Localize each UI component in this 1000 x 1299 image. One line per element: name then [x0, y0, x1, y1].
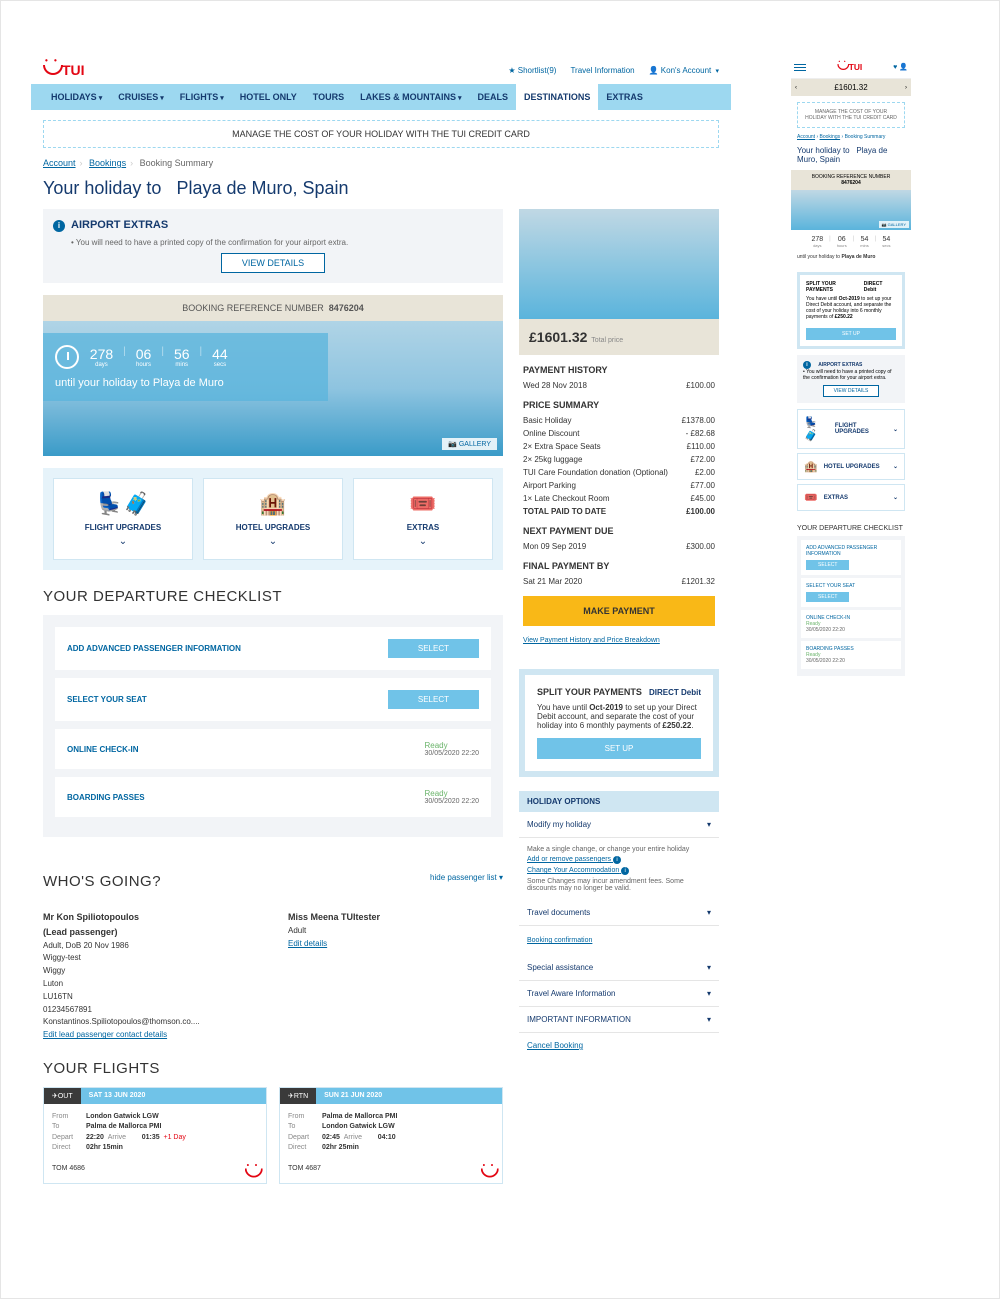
summary-hero-image [519, 209, 719, 319]
clock-icon [55, 345, 79, 369]
important-info-toggle[interactable]: IMPORTANT INFORMATION▾ [519, 1007, 719, 1033]
flight-return: ✈RTNSUN 21 JUN 2020 From Palma de Mallor… [279, 1087, 503, 1184]
nav-flights[interactable]: FLIGHTS▾ [172, 84, 232, 110]
tile-extras[interactable]: 🎟️EXTRAS⌄ [353, 478, 493, 560]
make-payment-button[interactable]: MAKE PAYMENT [523, 596, 715, 626]
gallery-button-mobile[interactable]: 📷 GALLERY [879, 221, 909, 228]
main-nav: HOLIDAYS▾ CRUISES▾ FLIGHTS▾ HOTEL ONLY T… [31, 84, 731, 110]
select-seat-mobile[interactable]: SELECT [806, 592, 849, 602]
view-details-mobile[interactable]: VIEW DETAILS [823, 385, 880, 397]
modify-holiday-toggle[interactable]: Modify my holiday▾ [519, 812, 719, 838]
chevron-down-icon: ⌄ [210, 536, 336, 547]
edit-pax-link[interactable]: Edit details [288, 939, 327, 948]
tui-logo[interactable]: TUI [43, 62, 85, 78]
breadcrumb-current: Booking Summary [140, 158, 214, 168]
checklist-heading: YOUR DEPARTURE CHECKLIST [43, 588, 503, 605]
tile-flight-upgrades[interactable]: 💺🧳FLIGHT UPGRADES⌄ [53, 478, 193, 560]
flights-heading: YOUR FLIGHTS [43, 1060, 503, 1077]
breadcrumb: Account› Bookings› Booking Summary [43, 158, 719, 168]
seat-icon: 💺🧳 [60, 491, 186, 517]
hamburger-icon[interactable] [794, 62, 806, 73]
who-heading: WHO'S GOING? [43, 873, 161, 890]
view-details-button[interactable]: VIEW DETAILS [221, 253, 325, 273]
change-accom-link[interactable]: Change Your Accommodation i [527, 867, 711, 875]
info-icon: i [53, 220, 65, 232]
desktop-viewport: TUI ★ Shortlist(9) Travel Information 👤 … [31, 56, 731, 1184]
select-api-mobile[interactable]: SELECT [806, 560, 849, 570]
add-remove-pax-link[interactable]: Add or remove passengers i [527, 856, 711, 864]
chevron-down-icon: ⌄ [60, 536, 186, 547]
nav-destinations[interactable]: DESTINATIONS [516, 84, 598, 110]
view-history-link[interactable]: View Payment History and Price Breakdown [523, 637, 660, 644]
breadcrumb-bookings[interactable]: Bookings [89, 158, 126, 168]
countdown: 278days| 06hours| 56mins| 44secs [90, 346, 228, 368]
promo-banner-mobile[interactable]: MANAGE THE COST OF YOUR HOLIDAY WITH THE… [797, 102, 905, 128]
checklist-checkin: ONLINE CHECK-INReady30/05/2020 22:20 [55, 729, 491, 769]
page-title: Your holiday to Playa de Muro, Spain [43, 178, 719, 199]
checklist-api: ADD ADVANCED PASSENGER INFORMATIONSELECT [55, 627, 491, 670]
tile-extras-mobile[interactable]: 🎟️EXTRAS⌄ [797, 484, 905, 511]
tui-logo-mobile[interactable]: TUI [837, 62, 862, 72]
tile-hotel-mobile[interactable]: 🏨HOTEL UPGRADES⌄ [797, 453, 905, 480]
tile-hotel-upgrades[interactable]: 🏨HOTEL UPGRADES⌄ [203, 478, 343, 560]
nav-extras[interactable]: EXTRAS [598, 84, 651, 110]
booking-reference: BOOKING REFERENCE NUMBER 8476204 [43, 295, 503, 321]
lead-passenger: Mr Kon Spiliotopoulos (Lead passenger) A… [43, 910, 258, 1042]
nav-deals[interactable]: DEALS [469, 84, 516, 110]
checklist-seat: SELECT YOUR SEATSELECT [55, 678, 491, 721]
chevron-down-icon: ⌄ [360, 536, 486, 547]
tui-smile-icon [245, 1168, 259, 1179]
edit-lead-link[interactable]: Edit lead passenger contact details [43, 1030, 167, 1039]
hero-image: 278days| 06hours| 56mins| 44secs until y… [43, 321, 503, 456]
hero-image-mobile: 📷 GALLERY [791, 190, 911, 230]
setup-dd-mobile[interactable]: SET UP [806, 328, 896, 340]
airport-extras-panel: iAIRPORT EXTRAS • You will need to have … [43, 209, 503, 283]
travel-info-link[interactable]: Travel Information [570, 66, 634, 75]
nav-lakes[interactable]: LAKES & MOUNTAINS▾ [352, 84, 469, 110]
other-passenger: Miss Meena TUItester Adult Edit details [288, 910, 503, 1042]
select-api-button[interactable]: SELECT [388, 639, 479, 658]
header-icons[interactable]: ♥ 👤 [893, 63, 908, 71]
shortlist-link[interactable]: ★ Shortlist(9) [508, 66, 556, 75]
nav-tours[interactable]: TOURS [305, 84, 352, 110]
ticket-icon: 🎟️ [360, 491, 486, 517]
travel-docs-toggle[interactable]: Travel documents▾ [519, 900, 719, 926]
mobile-viewport: TUI ♥ 👤 ‹£1601.32› MANAGE THE COST OF YO… [791, 56, 911, 1184]
holiday-options-panel: HOLIDAY OPTIONS Modify my holiday▾ Make … [519, 791, 719, 1058]
nav-cruises[interactable]: CRUISES▾ [110, 84, 172, 110]
gallery-button[interactable]: 📷 GALLERY [442, 438, 497, 450]
tui-smile-icon [481, 1168, 495, 1179]
booking-confirmation-link[interactable]: Booking confirmation [527, 937, 711, 944]
checklist-boarding: BOARDING PASSESReady30/05/2020 22:20 [55, 777, 491, 817]
account-menu[interactable]: 👤 Kon's Account ▾ [649, 66, 719, 75]
direct-debit-logo: DIRECT Debit [649, 688, 701, 697]
breadcrumb-account[interactable]: Account [43, 158, 76, 168]
flight-outbound: ✈OUTSAT 13 JUN 2020 From London Gatwick … [43, 1087, 267, 1184]
cancel-booking-link[interactable]: Cancel Booking [527, 1041, 583, 1050]
hotel-icon: 🏨 [210, 491, 336, 517]
split-payments-panel: SPLIT YOUR PAYMENTSDIRECT Debit You have… [519, 669, 719, 777]
special-assist-toggle[interactable]: Special assistance▾ [519, 955, 719, 981]
tile-flight-mobile[interactable]: 💺🧳FLIGHT UPGRADES⌄ [797, 409, 905, 449]
nav-hotel-only[interactable]: HOTEL ONLY [232, 84, 305, 110]
total-price: £1601.32 Total price [519, 319, 719, 355]
promo-banner[interactable]: MANAGE THE COST OF YOUR HOLIDAY WITH THE… [43, 120, 719, 148]
hide-passenger-list[interactable]: hide passenger list ▾ [430, 873, 503, 882]
travel-aware-toggle[interactable]: Travel Aware Information▾ [519, 981, 719, 1007]
select-seat-button[interactable]: SELECT [388, 690, 479, 709]
setup-dd-button[interactable]: SET UP [537, 738, 701, 759]
nav-holidays[interactable]: HOLIDAYS▾ [43, 84, 110, 110]
